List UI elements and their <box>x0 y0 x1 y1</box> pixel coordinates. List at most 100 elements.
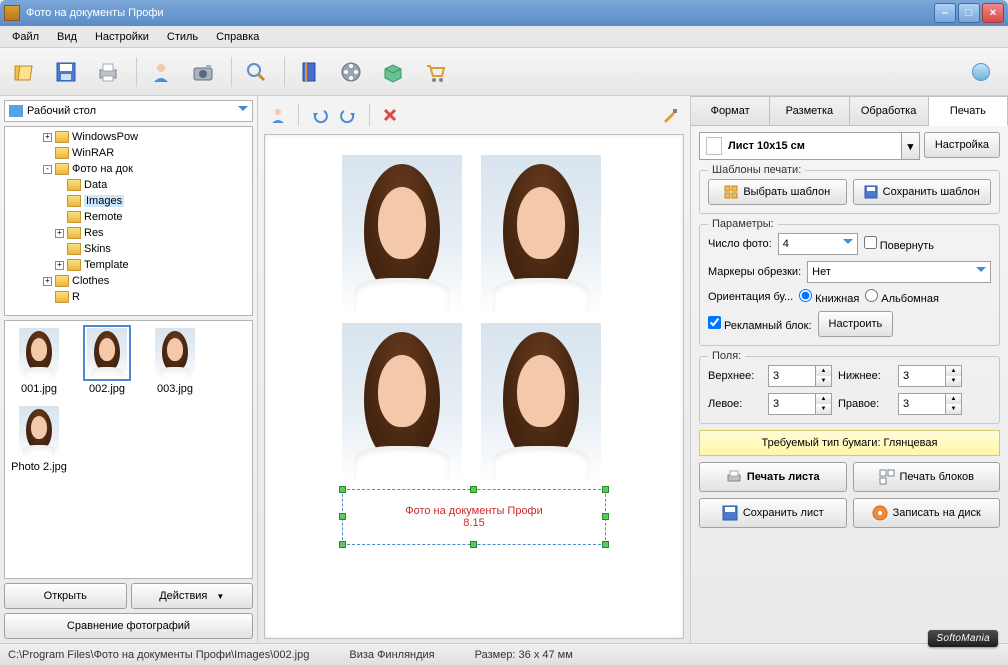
tree-item[interactable]: Skins <box>7 241 250 257</box>
thumbnail[interactable]: 002.jpg <box>77 325 137 395</box>
zoom-icon[interactable] <box>238 54 274 90</box>
tree-item[interactable]: Data <box>7 177 250 193</box>
save-icon[interactable] <box>48 54 84 90</box>
tab-print[interactable]: Печать <box>929 96 1008 126</box>
statusbar: C:\Program Files\Фото на документы Профи… <box>0 643 1008 665</box>
tree-item[interactable]: R <box>7 289 250 305</box>
menu-settings[interactable]: Настройки <box>87 28 157 46</box>
rotate-checkbox[interactable]: Повернуть <box>864 236 934 252</box>
status-path: C:\Program Files\Фото на документы Профи… <box>8 649 309 661</box>
parameters-group: Параметры: Число фото: 4 Повернуть Марке… <box>699 224 1000 346</box>
open-icon[interactable] <box>6 54 42 90</box>
print-sheet-button[interactable]: Печать листа <box>699 462 847 492</box>
close-button[interactable]: × <box>982 3 1004 23</box>
rotate-left-icon[interactable] <box>305 102 333 128</box>
tree-item[interactable]: +WindowsPow <box>7 129 250 145</box>
orientation-landscape-radio[interactable]: Альбомная <box>865 289 939 305</box>
brush-icon[interactable] <box>656 102 684 128</box>
blocks-icon <box>879 469 895 485</box>
tree-item[interactable]: -Фото на док <box>7 161 250 177</box>
person-icon[interactable] <box>143 54 179 90</box>
add-person-icon[interactable] <box>264 102 292 128</box>
camera-icon[interactable] <box>185 54 221 90</box>
canvas[interactable]: Фото на документы Профи 8.15 <box>264 134 684 639</box>
margins-group: Поля: Верхнее: 3▲▼ Нижнее: 3▲▼ Левое: 3▲… <box>699 356 1000 424</box>
document-icon <box>706 137 722 155</box>
paper-type-notice: Требуемый тип бумаги: Глянцевая <box>699 430 1000 456</box>
save-sheet-button[interactable]: Сохранить лист <box>699 498 847 528</box>
write-disc-button[interactable]: Записать на диск <box>853 498 1001 528</box>
app-icon <box>4 5 20 21</box>
ad-block-checkbox[interactable]: Рекламный блок: <box>708 316 812 332</box>
thumbnail-grid[interactable]: 001.jpg002.jpg003.jpg Photo 2.jpg <box>4 320 253 579</box>
delete-icon[interactable] <box>376 102 404 128</box>
help-icon[interactable] <box>972 63 990 81</box>
book-icon[interactable] <box>291 54 327 90</box>
watermark-box[interactable]: Фото на документы Профи 8.15 <box>342 489 606 545</box>
reel-icon[interactable] <box>333 54 369 90</box>
open-button[interactable]: Открыть <box>4 583 127 609</box>
folder-path-select[interactable]: Рабочий стол <box>4 100 253 122</box>
box-icon[interactable] <box>375 54 411 90</box>
tree-item[interactable]: +Template <box>7 257 250 273</box>
margin-top-spinner[interactable]: 3▲▼ <box>768 365 832 387</box>
sheet-size-select[interactable]: Лист 10x15 см ▾ <box>699 132 920 160</box>
photo-cell[interactable] <box>481 155 601 313</box>
menu-view[interactable]: Вид <box>49 28 85 46</box>
orientation-portrait-radio[interactable]: Книжная <box>799 289 859 305</box>
actions-button[interactable]: Действия▼ <box>131 583 254 609</box>
tree-item[interactable]: +Res <box>7 225 250 241</box>
maximize-button[interactable]: □ <box>958 3 980 23</box>
tab-layout[interactable]: Разметка <box>770 96 849 125</box>
save-template-button[interactable]: Сохранить шаблон <box>853 179 992 205</box>
setup-button[interactable]: Настройка <box>924 132 1000 158</box>
crop-markers-select[interactable]: Нет <box>807 261 991 283</box>
printer-icon <box>726 469 742 485</box>
watermark-brand: SoftoMania <box>928 630 998 647</box>
photo-cell[interactable] <box>342 323 462 481</box>
window-title: Фото на документы Профи <box>26 7 934 19</box>
status-visa: Виза Финляндия <box>349 649 434 661</box>
thumbnail[interactable]: 003.jpg <box>145 325 205 395</box>
menu-help[interactable]: Справка <box>208 28 267 46</box>
folder-tree[interactable]: +WindowsPowWinRAR-Фото на докDataImagesR… <box>4 126 253 316</box>
choose-template-button[interactable]: Выбрать шаблон <box>708 179 847 205</box>
crop-markers-label: Маркеры обрезки: <box>708 266 801 278</box>
compare-button[interactable]: Сравнение фотографий <box>4 613 253 639</box>
tab-processing[interactable]: Обработка <box>850 96 929 125</box>
sheet-size-label: Лист 10x15 см <box>728 140 805 152</box>
canvas-toolbar <box>264 100 684 130</box>
tab-format[interactable]: Формат <box>691 96 770 125</box>
margin-right-spinner[interactable]: 3▲▼ <box>898 393 962 415</box>
center-panel: Фото на документы Профи 8.15 <box>258 96 690 643</box>
rotate-right-icon[interactable] <box>335 102 363 128</box>
photo-count-label: Число фото: <box>708 238 772 250</box>
configure-ad-button[interactable]: Настроить <box>818 311 894 337</box>
thumbnail[interactable]: 001.jpg <box>9 325 69 395</box>
tree-item[interactable]: Remote <box>7 209 250 225</box>
tree-item[interactable]: Images <box>7 193 250 209</box>
margin-left-spinner[interactable]: 3▲▼ <box>768 393 832 415</box>
disk-icon <box>864 185 878 199</box>
watermark-version: 8.15 <box>463 517 484 529</box>
menu-file[interactable]: Файл <box>4 28 47 46</box>
margin-top-label: Верхнее: <box>708 370 762 382</box>
tree-item[interactable]: +Clothes <box>7 273 250 289</box>
minimize-button[interactable]: – <box>934 3 956 23</box>
photo-cell[interactable] <box>481 323 601 481</box>
right-panel: Формат Разметка Обработка Печать Лист 10… <box>690 96 1008 643</box>
cart-icon[interactable] <box>417 54 453 90</box>
tab-bar: Формат Разметка Обработка Печать <box>691 96 1008 126</box>
photo-cell[interactable] <box>342 155 462 313</box>
status-size: Размер: 36 x 47 мм <box>475 649 573 661</box>
photo-count-select[interactable]: 4 <box>778 233 858 255</box>
tree-item[interactable]: WinRAR <box>7 145 250 161</box>
desktop-icon <box>9 105 23 117</box>
thumbnail[interactable]: Photo 2.jpg <box>9 403 69 473</box>
margin-bottom-spinner[interactable]: 3▲▼ <box>898 365 962 387</box>
print-sheet: Фото на документы Профи 8.15 <box>342 155 606 545</box>
print-icon[interactable] <box>90 54 126 90</box>
print-blocks-button[interactable]: Печать блоков <box>853 462 1001 492</box>
group-legend: Параметры: <box>708 218 778 230</box>
menu-style[interactable]: Стиль <box>159 28 206 46</box>
